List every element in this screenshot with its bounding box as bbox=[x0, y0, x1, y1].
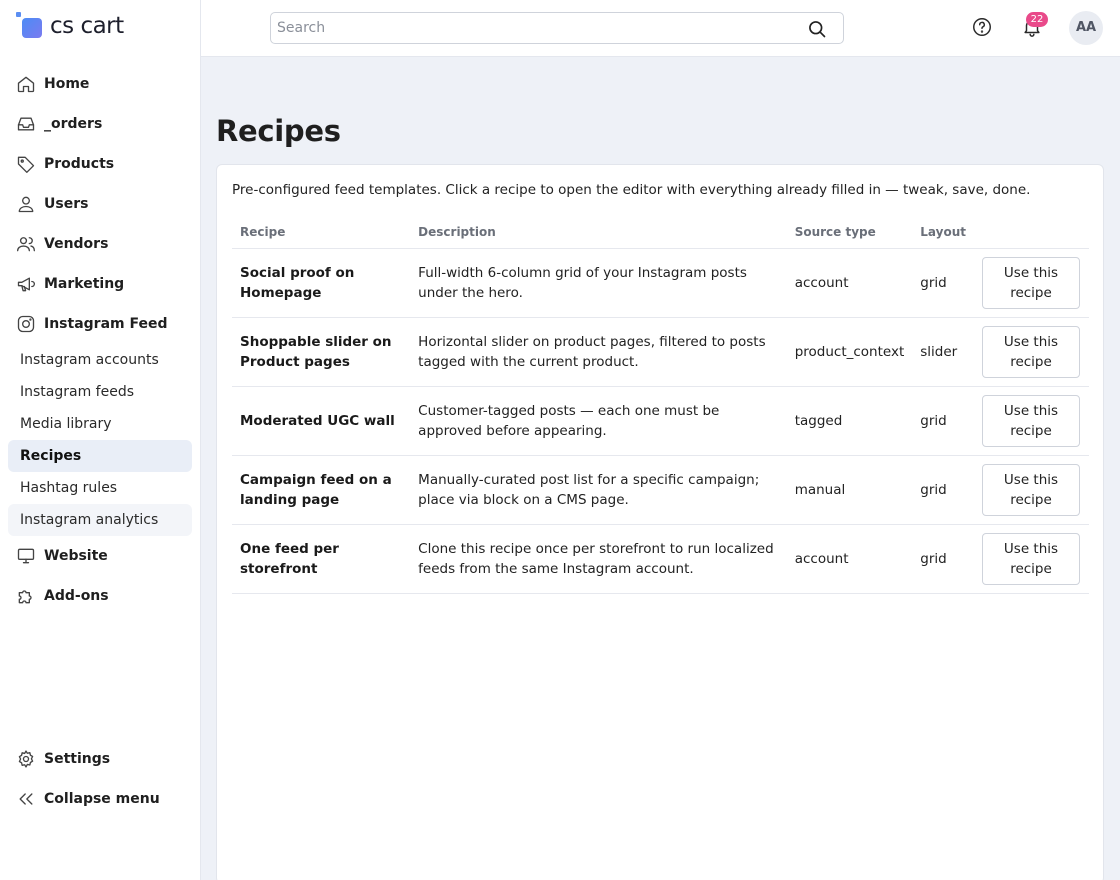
sidebar-subitem-instagram-accounts[interactable]: Instagram accounts bbox=[8, 344, 192, 376]
recipe-description: Customer-tagged posts — each one must be… bbox=[410, 386, 787, 456]
sidebar-subitem-media-library[interactable]: Media library bbox=[8, 408, 192, 440]
sidebar-item-label: Collapse menu bbox=[44, 791, 160, 807]
sidebar-item-products[interactable]: Products bbox=[8, 144, 192, 184]
recipe-description: Horizontal slider on product pages, filt… bbox=[410, 317, 787, 387]
sidebar-item-orders[interactable]: _orders bbox=[8, 104, 192, 144]
sidebar-item-vendors[interactable]: Vendors bbox=[8, 224, 192, 264]
home-icon bbox=[16, 74, 36, 94]
instagram-icon bbox=[16, 314, 36, 334]
sidebar-item-users[interactable]: Users bbox=[8, 184, 192, 224]
sidebar: cs cart Home _orders Products Users Vend… bbox=[0, 0, 201, 880]
megaphone-icon bbox=[16, 274, 36, 294]
sidebar-subitem-hashtag-rules[interactable]: Hashtag rules bbox=[8, 472, 192, 504]
collapse-menu-button[interactable]: Collapse menu bbox=[8, 779, 192, 819]
sidebar-item-label: Settings bbox=[44, 751, 111, 767]
sidebar-subitem-instagram-analytics[interactable]: Instagram analytics bbox=[8, 504, 192, 536]
recipe-layout: grid bbox=[912, 524, 974, 594]
recipes-table: Recipe Description Source type Layout So… bbox=[232, 216, 1089, 594]
recipe-layout: grid bbox=[912, 455, 974, 525]
sidebar-item-website[interactable]: Website bbox=[8, 536, 192, 576]
recipe-description: Manually-curated post list for a specifi… bbox=[410, 455, 787, 525]
recipe-layout: slider bbox=[912, 317, 974, 387]
search-input[interactable] bbox=[271, 13, 791, 43]
avatar[interactable]: AA bbox=[1069, 11, 1103, 45]
recipe-name[interactable]: Shoppable slider on Product pages bbox=[232, 317, 411, 387]
sidebar-subitem-recipes[interactable]: Recipes bbox=[8, 440, 192, 472]
main-nav: Home _orders Products Users Vendors Mark… bbox=[8, 64, 192, 616]
help-icon[interactable] bbox=[971, 16, 995, 40]
sidebar-item-settings[interactable]: Settings bbox=[8, 739, 192, 779]
users-icon bbox=[16, 234, 36, 254]
use-recipe-button[interactable]: Use this recipe bbox=[982, 394, 1080, 447]
column-header-source-type: Source type bbox=[786, 216, 913, 249]
user-icon bbox=[16, 194, 36, 214]
puzzle-icon bbox=[16, 586, 36, 606]
recipe-source-type: product_context bbox=[786, 317, 913, 387]
sidebar-bottom: Settings Collapse menu bbox=[8, 739, 192, 819]
recipe-layout: grid bbox=[912, 386, 974, 456]
recipe-name[interactable]: Campaign feed on a landing page bbox=[232, 455, 411, 525]
recipe-source-type: tagged bbox=[786, 386, 913, 456]
inbox-icon bbox=[16, 114, 36, 134]
sidebar-item-label: Website bbox=[44, 548, 108, 564]
sidebar-item-label: Marketing bbox=[44, 276, 125, 292]
logo-text: cs cart bbox=[50, 13, 124, 39]
topbar: 22 AA bbox=[201, 0, 1120, 57]
table-row[interactable]: Shoppable slider on Product pages Horizo… bbox=[232, 317, 1089, 387]
column-header-actions bbox=[974, 216, 1089, 249]
notification-count-badge: 22 bbox=[1026, 12, 1048, 27]
cs-cart-logo[interactable]: cs cart bbox=[16, 11, 124, 41]
sidebar-item-label: Add-ons bbox=[44, 588, 109, 604]
recipe-name[interactable]: One feed per storefront bbox=[232, 524, 411, 594]
intro-text: Pre-configured feed templates. Click a r… bbox=[232, 182, 1031, 198]
recipe-description: Clone this recipe once per storefront to… bbox=[410, 524, 787, 594]
column-header-recipe: Recipe bbox=[232, 216, 411, 249]
recipe-description: Full-width 6-column grid of your Instagr… bbox=[410, 248, 787, 318]
chevrons-left-icon bbox=[16, 789, 36, 809]
sidebar-item-label: Home bbox=[44, 76, 90, 92]
recipe-source-type: manual bbox=[786, 455, 913, 525]
use-recipe-button[interactable]: Use this recipe bbox=[982, 463, 1080, 516]
recipe-source-type: account bbox=[786, 524, 913, 594]
table-row[interactable]: Social proof on Homepage Full-width 6-co… bbox=[232, 248, 1089, 318]
search-icon[interactable] bbox=[807, 19, 827, 39]
table-row[interactable]: Moderated UGC wall Customer-tagged posts… bbox=[232, 386, 1089, 456]
sidebar-item-instagram-feed[interactable]: Instagram Feed bbox=[8, 304, 192, 344]
sidebar-item-label: Vendors bbox=[44, 236, 109, 252]
monitor-icon bbox=[16, 546, 36, 566]
sidebar-item-home[interactable]: Home bbox=[8, 64, 192, 104]
sidebar-item-label: Users bbox=[44, 196, 89, 212]
use-recipe-button[interactable]: Use this recipe bbox=[982, 532, 1080, 585]
table-header-row: Recipe Description Source type Layout bbox=[232, 216, 1089, 249]
search-box bbox=[270, 12, 844, 44]
recipe-name[interactable]: Moderated UGC wall bbox=[232, 386, 411, 456]
recipes-card: Pre-configured feed templates. Click a r… bbox=[216, 164, 1104, 880]
recipe-source-type: account bbox=[786, 248, 913, 318]
sidebar-item-label: Instagram Feed bbox=[44, 316, 168, 332]
table-row[interactable]: Campaign feed on a landing page Manually… bbox=[232, 455, 1089, 525]
column-header-description: Description bbox=[410, 216, 787, 249]
sidebar-subitem-instagram-feeds[interactable]: Instagram feeds bbox=[8, 376, 192, 408]
sidebar-item-marketing[interactable]: Marketing bbox=[8, 264, 192, 304]
sidebar-item-label: _orders bbox=[44, 116, 103, 132]
sidebar-item-add-ons[interactable]: Add-ons bbox=[8, 576, 192, 616]
page-title: Recipes bbox=[216, 114, 341, 148]
gear-icon bbox=[16, 749, 36, 769]
use-recipe-button[interactable]: Use this recipe bbox=[982, 256, 1080, 309]
logo-mark-icon bbox=[16, 12, 44, 40]
recipe-name[interactable]: Social proof on Homepage bbox=[232, 248, 411, 318]
use-recipe-button[interactable]: Use this recipe bbox=[982, 325, 1080, 378]
recipe-layout: grid bbox=[912, 248, 974, 318]
table-row[interactable]: One feed per storefront Clone this recip… bbox=[232, 524, 1089, 594]
sidebar-item-label: Products bbox=[44, 156, 115, 172]
column-header-layout: Layout bbox=[912, 216, 974, 249]
tag-icon bbox=[16, 154, 36, 174]
